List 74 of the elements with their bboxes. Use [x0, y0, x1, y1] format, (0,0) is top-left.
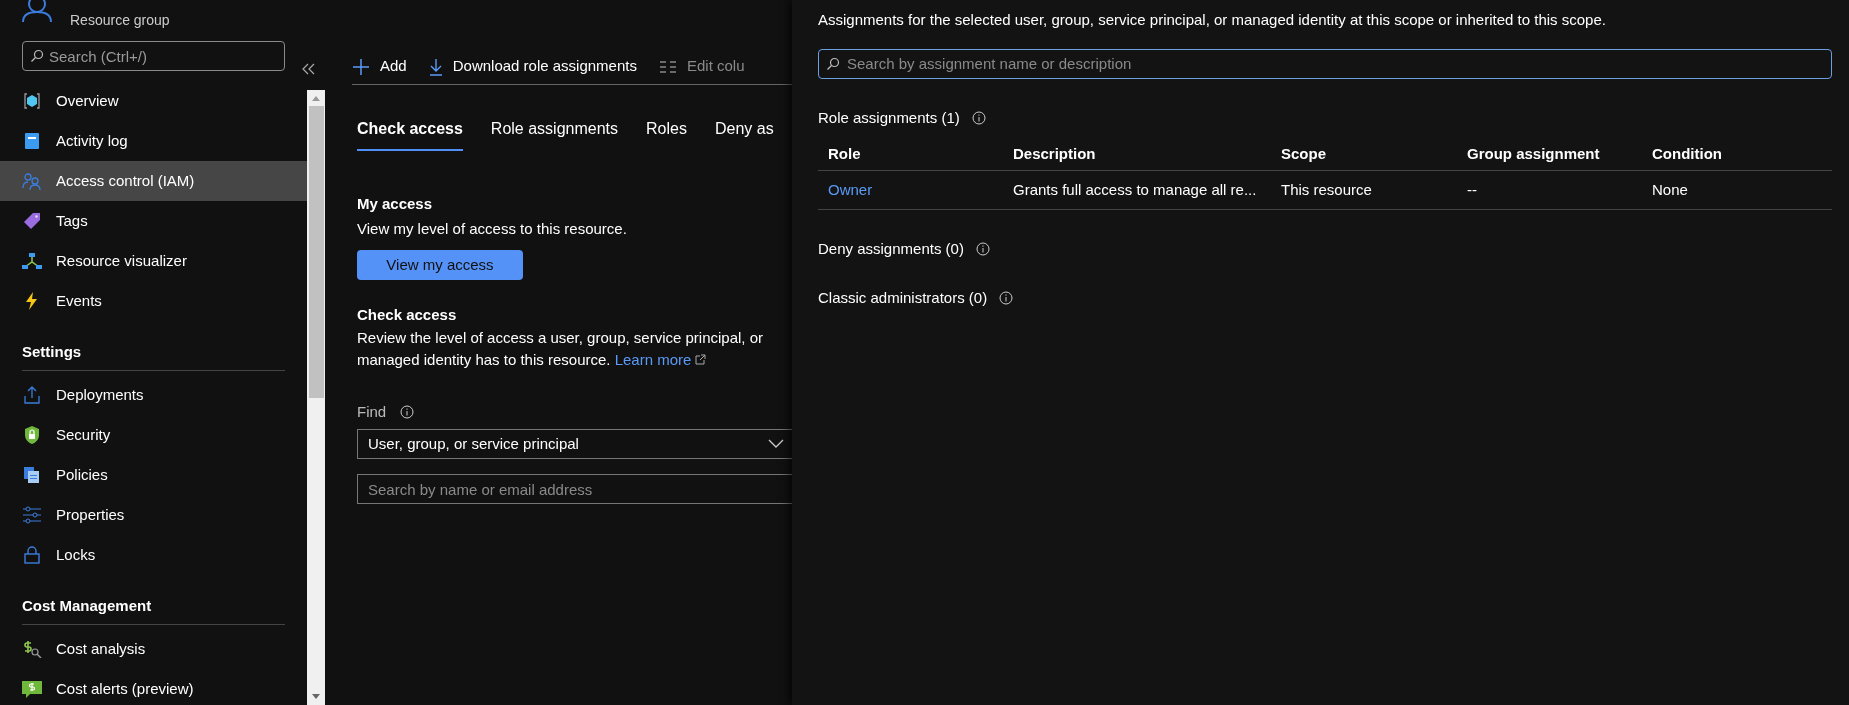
- tag-icon: [23, 212, 41, 230]
- section-heading: Settings: [22, 342, 82, 363]
- dollar-alert-icon: [22, 680, 42, 698]
- section-title: Deny assignments (0): [818, 239, 964, 259]
- table-cell: Grants full access to manage all re...: [1013, 181, 1257, 198]
- upload-icon: [23, 386, 41, 404]
- external-link-icon: [695, 354, 707, 365]
- nav-item[interactable]: Resource visualizer: [0, 241, 307, 281]
- description-text: Assignments for the selected user, group, service principal, or managed identity at this scope or inherited to this scope.: [818, 10, 1607, 30]
- search-field[interactable]: Search by assignment name or description: [818, 48, 1832, 79]
- chevron-down-icon: [768, 439, 784, 449]
- view-access-button[interactable]: View my access: [357, 250, 523, 280]
- column-header: Group assignment: [1467, 144, 1600, 162]
- description-text: View my level of access to this resource.: [357, 218, 628, 239]
- search-field[interactable]: Search by name or email address: [357, 474, 792, 504]
- dropdown[interactable]: User, group, or service principal: [357, 429, 792, 459]
- shield-icon: [24, 426, 40, 444]
- section-heading: Check access: [357, 305, 458, 325]
- nav-item[interactable]: Deployments: [0, 375, 307, 415]
- role-link[interactable]: Owner: [828, 181, 873, 198]
- info-icon: [999, 290, 1014, 305]
- section-title: Classic administrators (0): [818, 287, 988, 308]
- lightning-icon: [25, 292, 39, 310]
- column-header: Role: [828, 144, 861, 162]
- tab[interactable]: Roles: [646, 117, 687, 151]
- resource-type-label: Resource group: [70, 11, 170, 30]
- column-header: Scope: [1281, 144, 1326, 162]
- nav-item[interactable]: Locks: [0, 535, 307, 575]
- sliders-icon: [22, 506, 42, 524]
- section-title: Role assignments (1): [818, 107, 960, 128]
- scrollbar[interactable]: [307, 90, 325, 705]
- download-icon: [428, 57, 443, 76]
- description-text: Review the level of access a user, group, service principal, or managed identity has to this resource. Learn more: [357, 326, 792, 371]
- nav-item[interactable]: Properties: [0, 495, 307, 535]
- field-label: Find: [357, 401, 387, 422]
- cube-icon: [23, 92, 41, 110]
- nav-item[interactable]: Tags: [0, 201, 307, 241]
- collapse-icon[interactable]: [302, 63, 316, 75]
- hierarchy-icon: [22, 252, 42, 270]
- table-cell: This resource: [1281, 181, 1372, 198]
- columns-icon: [658, 59, 677, 74]
- nav-item[interactable]: Events: [0, 281, 307, 321]
- people-icon: [22, 172, 42, 190]
- nav-item[interactable]: Cost analysis: [0, 629, 307, 669]
- plus-icon: [352, 57, 370, 76]
- learn-more-link[interactable]: Learn more: [614, 348, 707, 371]
- column-header: Condition: [1652, 144, 1722, 162]
- nav-item[interactable]: Cost alerts (preview): [0, 669, 307, 705]
- nav-item[interactable]: Activity log: [0, 121, 307, 161]
- toolbar-button[interactable]: Download role assignments: [428, 55, 637, 78]
- table-cell: --: [1467, 181, 1477, 198]
- info-icon: [971, 110, 986, 125]
- section-heading: My access: [357, 194, 434, 214]
- info-icon: [400, 404, 415, 419]
- toolbar-button[interactable]: Add: [352, 55, 407, 78]
- section-heading: Cost Management: [22, 596, 152, 617]
- nav-item[interactable]: Security: [0, 415, 307, 455]
- info-icon: [975, 242, 990, 257]
- log-icon: [24, 132, 40, 150]
- search-icon: [826, 56, 840, 71]
- dollar-search-icon: [22, 640, 42, 658]
- tab[interactable]: Check access: [357, 117, 463, 151]
- nav-item[interactable]: Policies: [0, 455, 307, 495]
- lock-icon: [24, 546, 40, 564]
- tab[interactable]: Role assignments: [490, 117, 619, 151]
- documents-icon: [23, 466, 41, 484]
- table-cell: None: [1652, 181, 1688, 198]
- column-header: Description: [1013, 144, 1096, 162]
- tab[interactable]: Deny as: [714, 117, 774, 151]
- search-icon: [30, 49, 44, 63]
- search-field[interactable]: Search (Ctrl+/): [22, 41, 285, 71]
- nav-item[interactable]: Overview: [0, 81, 307, 121]
- nav-item[interactable]: Access control (IAM): [0, 161, 307, 201]
- user-icon: [20, 0, 54, 22]
